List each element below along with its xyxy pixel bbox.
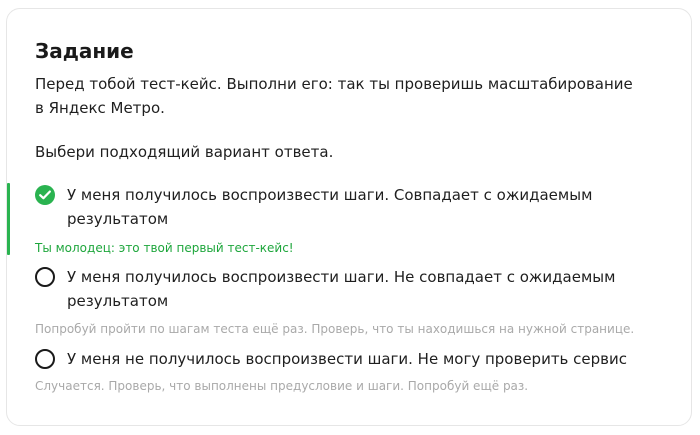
radio-checked-icon[interactable]	[35, 185, 55, 205]
radio-unchecked-icon[interactable]	[35, 267, 55, 287]
task-card: Задание Перед тобой тест-кейс. Выполни е…	[6, 8, 692, 426]
answer-feedback-hint: Попробуй пройти по шагам теста ещё раз. …	[35, 322, 635, 336]
selected-option-accent-bar	[7, 183, 10, 255]
answer-option-3[interactable]: У меня не получилось воспроизвести шаги.…	[35, 347, 665, 371]
answer-option-1[interactable]: У меня получилось воспроизвести шаги. Со…	[35, 183, 665, 231]
answer-option-label: У меня не получилось воспроизвести шаги.…	[67, 350, 628, 368]
task-title: Задание	[35, 39, 134, 63]
answer-option-2[interactable]: У меня получилось воспроизвести шаги. Не…	[35, 265, 665, 313]
task-prompt: Выбери подходящий вариант ответа.	[35, 143, 334, 161]
task-intro: Перед тобой тест-кейс. Выполни его: так …	[35, 75, 633, 117]
answer-feedback-hint: Случается. Проверь, что выполнены предус…	[35, 379, 529, 393]
radio-unchecked-icon[interactable]	[35, 349, 55, 369]
answer-option-label: У меня получилось воспроизвести шаги. Не…	[67, 268, 616, 310]
check-icon	[39, 190, 51, 200]
answer-option-label: У меня получилось воспроизвести шаги. Со…	[67, 186, 593, 228]
answer-feedback-success: Ты молодец: это твой первый тест-кейс!	[35, 241, 294, 255]
